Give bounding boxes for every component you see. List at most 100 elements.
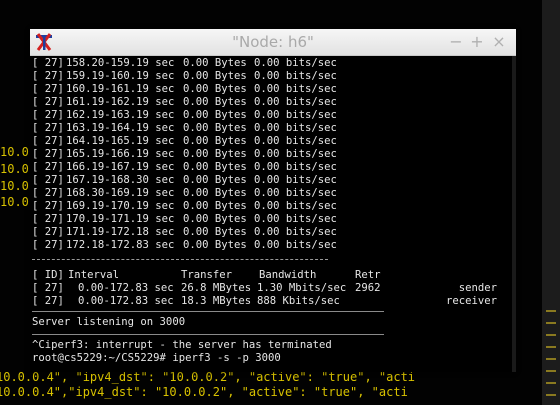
bandwidth: 0.00 bits/sec xyxy=(254,96,337,108)
stream-id: [ 27] xyxy=(32,109,64,121)
separator-line xyxy=(32,311,384,312)
stream-id: [ 27] xyxy=(32,161,64,173)
server-listening-text: Server listening on 3000 xyxy=(32,316,186,328)
background-line: 10.0 xyxy=(0,195,29,209)
background-line: 10.0 xyxy=(0,162,29,176)
stream-id: [ 27] xyxy=(32,70,64,82)
stream-id: [ 27] xyxy=(32,122,64,134)
interval: 160.19-161.19 sec xyxy=(66,83,175,95)
interval: 171.19-172.18 sec xyxy=(66,226,175,238)
bandwidth: 0.00 bits/sec xyxy=(254,135,337,147)
shell-prompt: root@cs5229:~/CS5229# iperf3 -s -p 3000 xyxy=(32,352,512,365)
stream-id: [ 27] xyxy=(32,295,64,307)
summary-row: [ 27] 0.00-172.83 sec 26.8 MBytes 1.30 Mbit… xyxy=(32,282,512,295)
stream-id: [ 27] xyxy=(32,148,64,160)
id-header: [ ID] xyxy=(32,269,64,281)
terminal-output[interactable]: [ 27] 158.20-159.19 sec 0.00 Bytes 0.00 bit… xyxy=(30,56,516,372)
close-button[interactable]: × xyxy=(490,32,508,52)
interval-row: [ 27] 171.19-172.18 sec 0.00 Bytes 0.00 bit… xyxy=(32,226,512,239)
minimize-button[interactable]: − xyxy=(447,32,465,52)
interval: 161.19-162.19 sec xyxy=(66,96,175,108)
transfer: 0.00 Bytes xyxy=(183,148,247,160)
bandwidth: 0.00 bits/sec xyxy=(254,226,337,238)
transfer: 0.00 Bytes xyxy=(183,226,247,238)
separator-line xyxy=(32,259,328,260)
transfer: 0.00 Bytes xyxy=(183,174,247,186)
stream-id: [ 27] xyxy=(32,213,64,225)
interval-row: [ 27] 161.19-162.19 sec 0.00 Bytes 0.00 bit… xyxy=(32,96,512,109)
transfer: 0.00 Bytes xyxy=(183,161,247,173)
interval-row: [ 27] 172.18-172.83 sec 0.00 Bytes 0.00 bit… xyxy=(32,239,512,252)
transfer: 0.00 Bytes xyxy=(183,57,247,69)
interval-row: [ 27] 167.19-168.30 sec 0.00 Bytes 0.00 bit… xyxy=(32,174,512,187)
interval-row: [ 27] 165.19-166.19 sec 0.00 Bytes 0.00 bit… xyxy=(32,148,512,161)
background-line: 10.0 xyxy=(0,179,29,193)
bandwidth: 1.30 Mbits/sec xyxy=(257,282,347,294)
interval: 163.19-164.19 sec xyxy=(66,122,175,134)
interval: 169.19-170.19 sec xyxy=(66,200,175,212)
terminal-scrollbar[interactable] xyxy=(512,56,516,372)
interval-row: [ 27] 159.19-160.19 sec 0.00 Bytes 0.00 bit… xyxy=(32,70,512,83)
bandwidth: 0.00 bits/sec xyxy=(254,109,337,121)
interval-row: [ 27] 170.19-171.19 sec 0.00 Bytes 0.00 bit… xyxy=(32,213,512,226)
transfer: 0.00 Bytes xyxy=(183,83,247,95)
server-listening: Server listening on 3000 xyxy=(32,316,512,329)
interval: 158.20-159.19 sec xyxy=(66,57,175,69)
background-line: 10.0 xyxy=(0,145,29,159)
transfer: 0.00 Bytes xyxy=(183,122,247,134)
interval-row: [ 27] 169.19-170.19 sec 0.00 Bytes 0.00 bit… xyxy=(32,200,512,213)
transfer: 0.00 Bytes xyxy=(183,187,247,199)
transfer: 0.00 Bytes xyxy=(183,213,247,225)
transfer: 26.8 MBytes xyxy=(181,282,252,294)
bandwidth: 0.00 bits/sec xyxy=(254,83,337,95)
stream-id: [ 27] xyxy=(32,83,64,95)
retr-header: Retr xyxy=(355,269,381,281)
role: receiver xyxy=(445,295,497,307)
stream-id: [ 27] xyxy=(32,239,64,251)
interval: 167.19-168.30 sec xyxy=(66,174,175,186)
interval-row: [ 27] 164.19-165.19 sec 0.00 Bytes 0.00 bit… xyxy=(32,135,512,148)
retr: 2962 xyxy=(355,282,381,294)
interval-row: [ 27] 162.19-163.19 sec 0.00 Bytes 0.00 bit… xyxy=(32,109,512,122)
xterm-window[interactable]: "Node: h6" − + × [ 27] 158.20-159.19 sec 0… xyxy=(30,29,516,372)
separator-line xyxy=(32,334,384,335)
interval: 0.00-172.83 sec xyxy=(78,282,174,294)
interval-row: [ 27] 158.20-159.19 sec 0.00 Bytes 0.00 bit… xyxy=(32,57,512,70)
bandwidth: 0.00 bits/sec xyxy=(254,122,337,134)
interval-row: [ 27] 163.19-164.19 sec 0.00 Bytes 0.00 bit… xyxy=(32,122,512,135)
interval-row: [ 27] 166.19-167.19 sec 0.00 Bytes 0.00 bit… xyxy=(32,161,512,174)
transfer: 0.00 Bytes xyxy=(183,135,247,147)
interval-row: [ 27] 168.30-169.19 sec 0.00 Bytes 0.00 bit… xyxy=(32,187,512,200)
bandwidth: 0.00 bits/sec xyxy=(254,57,337,69)
interval-header: Interval xyxy=(68,269,120,281)
stream-id: [ 27] xyxy=(32,57,64,69)
bandwidth: 0.00 bits/sec xyxy=(254,161,337,173)
window-title: "Node: h6" xyxy=(232,33,314,51)
transfer: 0.00 Bytes xyxy=(183,70,247,82)
bandwidth: 0.00 bits/sec xyxy=(254,239,337,251)
interval: 172.18-172.83 sec xyxy=(66,239,175,251)
bandwidth: 0.00 bits/sec xyxy=(254,148,337,160)
transfer: 0.00 Bytes xyxy=(183,96,247,108)
interval: 165.19-166.19 sec xyxy=(66,148,175,160)
bandwidth: 0.00 bits/sec xyxy=(254,187,337,199)
interval: 159.19-160.19 sec xyxy=(66,70,175,82)
bandwidth-header: Bandwidth xyxy=(259,269,317,281)
summary-row: [ 27] 0.00-172.83 sec 18.3 MBytes 888 Kbits… xyxy=(32,295,512,308)
background-scrollbar[interactable] xyxy=(542,0,560,405)
interval: 170.19-171.19 sec xyxy=(66,213,175,225)
bandwidth: 0.00 bits/sec xyxy=(254,200,337,212)
interval-row: [ 27] 160.19-161.19 sec 0.00 Bytes 0.00 bit… xyxy=(32,83,512,96)
summary-header: [ ID] Interval Transfer Bandwidth Retr xyxy=(32,269,512,282)
maximize-button[interactable]: + xyxy=(468,32,486,52)
prompt-text: root@cs5229:~/CS5229# iperf3 -s -p 3000 xyxy=(32,352,281,364)
transfer: 18.3 MBytes xyxy=(181,295,252,307)
interrupt-text: ^Ciperf3: interrupt - the server has ter… xyxy=(32,339,332,351)
interval: 162.19-163.19 sec xyxy=(66,109,175,121)
interrupt-message: ^Ciperf3: interrupt - the server has ter… xyxy=(32,339,512,352)
stream-id: [ 27] xyxy=(32,96,64,108)
transfer-header: Transfer xyxy=(181,269,233,281)
title-bar[interactable]: "Node: h6" − + × xyxy=(30,29,516,56)
stream-id: [ 27] xyxy=(32,174,64,186)
background-line: 10.0.0.4","ipv4_dst": "10.0.0.2", "activ… xyxy=(0,385,408,399)
